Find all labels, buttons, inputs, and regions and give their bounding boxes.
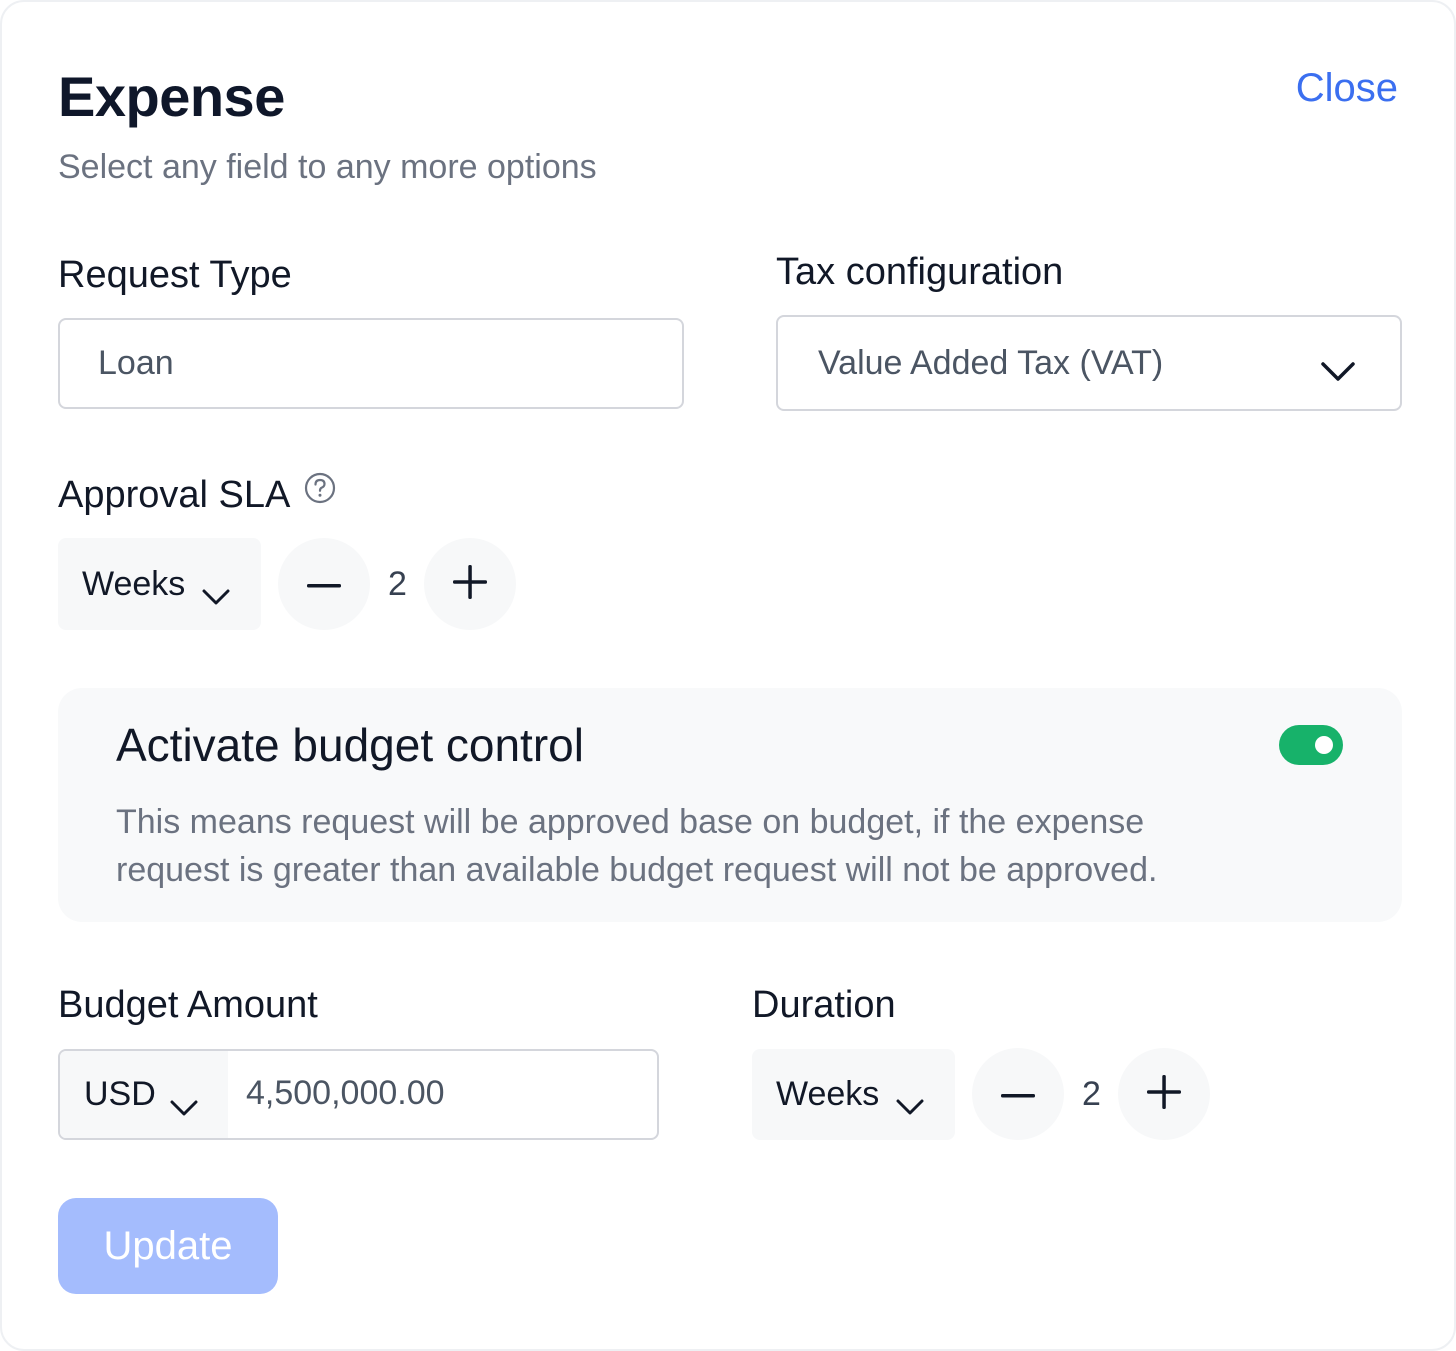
budget-control-title: Activate budget control bbox=[116, 719, 584, 771]
budget-amount-label: Budget Amount bbox=[58, 984, 318, 1026]
plus-icon bbox=[1147, 1074, 1181, 1114]
duration-label: Duration bbox=[752, 984, 896, 1026]
minus-icon bbox=[307, 575, 341, 593]
question-circle-icon[interactable] bbox=[304, 471, 336, 514]
duration-decrement-button[interactable] bbox=[972, 1048, 1064, 1140]
chevron-down-icon bbox=[170, 1087, 198, 1126]
tax-configuration-select[interactable]: Value Added Tax (VAT) bbox=[776, 315, 1402, 411]
dialog-subtitle: Select any field to any more options bbox=[58, 148, 597, 186]
tax-configuration-label: Tax configuration bbox=[776, 251, 1064, 293]
tax-configuration-value: Value Added Tax (VAT) bbox=[818, 343, 1164, 382]
approval-sla-unit-select[interactable]: Weeks bbox=[58, 538, 261, 630]
close-button[interactable]: Close bbox=[1296, 66, 1398, 111]
budget-control-panel: Activate budget control This means reque… bbox=[58, 688, 1402, 922]
plus-icon bbox=[453, 564, 487, 604]
dialog-title: Expense bbox=[58, 65, 285, 128]
approval-sla-label-text: Approval SLA bbox=[58, 474, 291, 516]
chevron-down-icon bbox=[202, 576, 230, 615]
approval-sla-decrement-button[interactable] bbox=[278, 538, 370, 630]
toggle-knob bbox=[1315, 736, 1333, 754]
budget-control-toggle[interactable] bbox=[1279, 725, 1343, 765]
currency-value: USD bbox=[84, 1075, 156, 1113]
budget-control-description: This means request will be approved base… bbox=[116, 803, 1158, 889]
chevron-down-icon bbox=[896, 1086, 924, 1125]
duration-unit-value: Weeks bbox=[776, 1075, 880, 1113]
request-type-value: Loan bbox=[98, 344, 174, 382]
approval-sla-label: Approval SLA bbox=[58, 471, 336, 518]
duration-increment-button[interactable] bbox=[1118, 1048, 1210, 1140]
minus-icon bbox=[1001, 1085, 1035, 1103]
chevron-down-icon bbox=[1320, 353, 1356, 392]
update-button[interactable]: Update bbox=[58, 1198, 278, 1294]
approval-sla-increment-button[interactable] bbox=[424, 538, 516, 630]
duration-value: 2 bbox=[1082, 1075, 1101, 1113]
budget-amount-input[interactable]: 4,500,000.00 bbox=[246, 1074, 445, 1113]
expense-dialog: Expense Close Select any field to any mo… bbox=[0, 0, 1456, 1351]
currency-select[interactable]: USD bbox=[60, 1051, 228, 1138]
approval-sla-value: 2 bbox=[388, 565, 407, 603]
request-type-label: Request Type bbox=[58, 254, 292, 296]
budget-amount-field: USD 4,500,000.00 bbox=[58, 1049, 659, 1140]
approval-sla-unit-value: Weeks bbox=[82, 564, 186, 603]
duration-unit-select[interactable]: Weeks bbox=[752, 1049, 955, 1140]
request-type-field[interactable]: Loan bbox=[58, 318, 684, 409]
